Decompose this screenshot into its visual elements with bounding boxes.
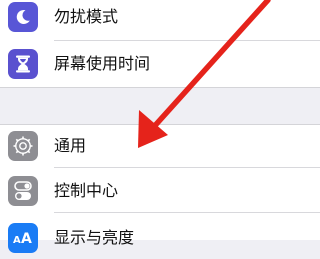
settings-row-label: 屏幕使用时间 <box>54 54 151 73</box>
settings-row-display-brightness[interactable]: A A 显示与亮度 <box>0 217 320 259</box>
hourglass-icon <box>8 49 38 79</box>
settings-group-top: 勿扰模式 屏幕使用时间 <box>0 0 320 87</box>
moon-icon <box>8 2 38 32</box>
settings-row-label: 控制中心 <box>54 181 119 200</box>
text-size-icon: A A <box>8 223 38 253</box>
settings-row-do-not-disturb[interactable]: 勿扰模式 <box>0 0 320 38</box>
settings-row-label: 勿扰模式 <box>54 7 119 26</box>
row-divider <box>54 212 320 213</box>
toggle-icon <box>8 176 38 206</box>
row-divider <box>54 40 320 41</box>
settings-row-label: 显示与亮度 <box>54 228 135 247</box>
settings-row-general[interactable]: 通用 <box>0 125 320 167</box>
settings-row-control-center[interactable]: 控制中心 <box>0 170 320 212</box>
settings-row-screen-time[interactable]: 屏幕使用时间 <box>0 43 320 85</box>
section-spacer <box>0 87 320 125</box>
gear-icon <box>8 131 38 161</box>
row-divider <box>54 167 320 168</box>
settings-group-bottom: 通用 控制中心 A A 显示与亮度 <box>0 125 320 253</box>
settings-row-label: 通用 <box>54 136 87 155</box>
svg-text:A: A <box>21 231 32 247</box>
svg-text:A: A <box>13 235 21 246</box>
